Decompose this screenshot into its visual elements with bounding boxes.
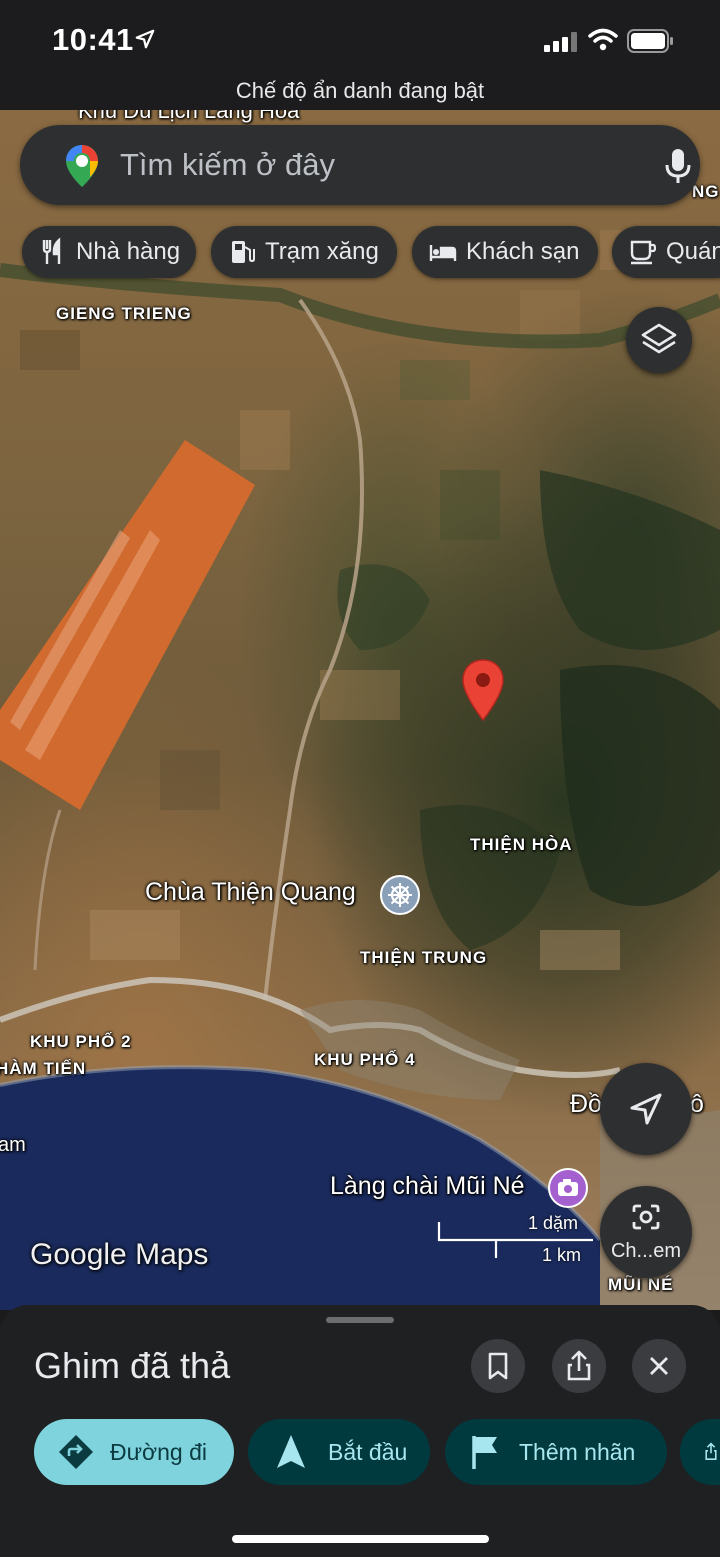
status-bar: 10:41 Chế độ ẩn danh đang bật: [0, 0, 720, 110]
poi-lang-chai-mui-ne-label[interactable]: Làng chài Mũi Né: [330, 1172, 525, 1201]
chip-cafes[interactable]: Quán: [612, 226, 720, 278]
sea-label-partial: am: [0, 1134, 26, 1156]
temple-dharma-wheel-icon[interactable]: [380, 875, 420, 915]
chip-restaurants[interactable]: Nhà hàng: [22, 226, 196, 278]
place-doi-partial[interactable]: Đồ: [570, 1090, 602, 1119]
bed-icon: [429, 245, 457, 261]
google-maps-logo-icon: [66, 145, 98, 187]
more-actions-button-partial[interactable]: [680, 1419, 720, 1485]
place-thien-trung[interactable]: THIỆN TRUNG: [360, 948, 487, 968]
chip-hotels[interactable]: Khách sạn: [412, 226, 598, 278]
camera-search-label: Ch...em: [610, 1240, 682, 1262]
map-scale-bar: [437, 1222, 593, 1258]
close-icon: [650, 1357, 668, 1375]
layers-icon: [641, 323, 677, 354]
place-khu-pho-4[interactable]: KHU PHỐ 4: [314, 1050, 416, 1070]
cellular-signal-icon: [544, 32, 577, 52]
search-bar[interactable]: Tìm kiếm ở đây: [20, 125, 700, 205]
close-button[interactable]: [632, 1339, 686, 1393]
coffee-cup-icon: [630, 240, 657, 265]
chip-label: Quán: [666, 238, 720, 265]
dropped-pin-icon[interactable]: [460, 658, 506, 722]
share-icon: [567, 1350, 591, 1381]
place-doi-partial-right[interactable]: ô: [690, 1090, 704, 1119]
camera-search-button[interactable]: Ch...em: [600, 1186, 692, 1278]
layers-button[interactable]: [626, 307, 692, 373]
dropped-pin-sheet[interactable]: Ghim đã thả Đường đi Bắt đầu Thêm nhãn: [0, 1305, 720, 1557]
fork-knife-icon: [42, 237, 61, 264]
clock: 10:41: [52, 22, 134, 57]
battery-icon: [627, 29, 673, 53]
partial-top-place-label[interactable]: Khu Du Lịch Làng Hòa: [78, 110, 299, 124]
directions-button[interactable]: Đường đi: [34, 1419, 234, 1485]
microphone-icon[interactable]: [662, 147, 694, 185]
gas-station-icon: [232, 241, 255, 263]
place-khu-pho-2[interactable]: KHU PHỐ 2: [30, 1032, 132, 1052]
poi-chua-thien-quang-label[interactable]: Chùa Thiện Quang: [145, 878, 356, 907]
share-icon: [705, 1442, 717, 1460]
place-mui-ne[interactable]: MŨI NÉ: [608, 1275, 674, 1295]
home-indicator[interactable]: [232, 1535, 489, 1543]
start-button[interactable]: Bắt đầu: [248, 1419, 430, 1485]
share-button[interactable]: [552, 1339, 606, 1393]
start-label: Bắt đầu: [328, 1438, 408, 1465]
directions-label: Đường đi: [110, 1438, 207, 1465]
google-maps-watermark: Google Maps: [30, 1238, 209, 1271]
place-ham-tien[interactable]: HÀM TIẾN: [0, 1059, 86, 1079]
flag-icon: [472, 1436, 497, 1469]
camera-attraction-icon[interactable]: [548, 1168, 588, 1208]
wifi-icon: [588, 28, 618, 51]
add-label-button[interactable]: Thêm nhãn: [445, 1419, 667, 1485]
incognito-banner: Chế độ ẩn danh đang bật: [235, 78, 485, 103]
place-gieng-trieng[interactable]: GIENG TRIENG: [56, 304, 192, 324]
add-label-label: Thêm nhãn: [519, 1438, 636, 1465]
right-top-place-label: NG: [692, 182, 720, 201]
chip-label: Khách sạn: [466, 238, 580, 265]
chip-gas-stations[interactable]: Trạm xăng: [211, 226, 397, 278]
navigation-arrow-icon: [630, 1093, 662, 1125]
directions-icon: [59, 1435, 93, 1469]
sheet-title: Ghim đã thả: [34, 1345, 231, 1386]
chip-label: Trạm xăng: [265, 238, 379, 265]
bookmark-icon: [488, 1352, 508, 1380]
chip-label: Nhà hàng: [76, 238, 181, 265]
navigation-arrow-icon: [277, 1435, 305, 1468]
save-button[interactable]: [471, 1339, 525, 1393]
my-location-button[interactable]: [600, 1063, 692, 1155]
sheet-drag-handle[interactable]: [326, 1317, 394, 1323]
location-arrow-icon: [135, 29, 155, 49]
place-thien-hoa[interactable]: THIỆN HÒA: [470, 835, 573, 855]
search-input[interactable]: Tìm kiếm ở đây: [120, 147, 335, 183]
